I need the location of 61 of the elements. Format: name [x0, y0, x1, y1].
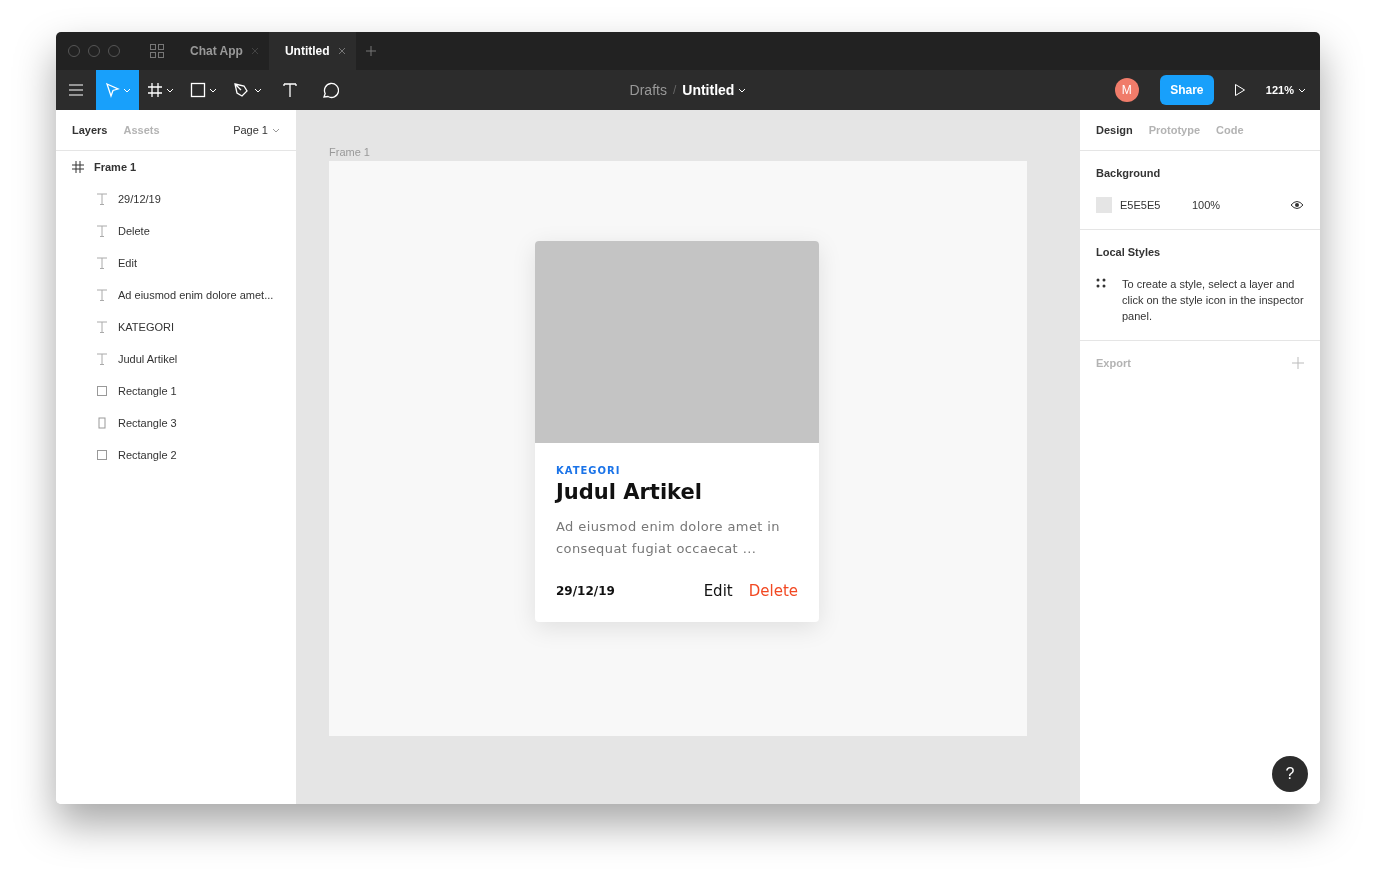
layer-item[interactable]: Rectangle 1 [56, 375, 296, 407]
caret-icon [209, 87, 217, 93]
text-icon [96, 289, 108, 301]
plus-icon[interactable] [365, 46, 376, 56]
file-name[interactable]: Untitled [682, 82, 747, 98]
caret-icon [1298, 87, 1306, 93]
styles-icon [1096, 278, 1106, 288]
layer-item[interactable]: Frame 1 [56, 151, 296, 183]
rectangle-icon [96, 417, 108, 429]
file-tab[interactable]: Chat App [174, 32, 269, 70]
tab-label: Untitled [284, 44, 330, 58]
section-heading: Background [1096, 167, 1162, 179]
breadcrumb-separator: / [672, 83, 677, 97]
frame-icon [147, 82, 163, 98]
file-tab[interactable]: Untitled [268, 32, 356, 70]
card-title: Judul Artikel [556, 480, 703, 504]
text-icon [96, 257, 108, 269]
caret-icon [166, 87, 174, 93]
comment-icon [321, 81, 339, 99]
section-heading: Export [1096, 357, 1131, 369]
text-icon [282, 82, 298, 98]
layer-item[interactable]: Rectangle 2 [56, 439, 296, 471]
panel-tab[interactable]: Layers [72, 124, 108, 136]
menu-icon [69, 84, 83, 96]
layer-item[interactable]: Rectangle 3 [56, 407, 296, 439]
layer-item[interactable]: 29/12/19 [56, 183, 296, 215]
tab-label: Chat App [190, 44, 243, 58]
grid-icon[interactable] [150, 44, 164, 58]
caret-icon [738, 87, 747, 93]
layer-item[interactable]: Delete [56, 215, 296, 247]
rectangle-icon [190, 82, 206, 98]
color-swatch[interactable] [1096, 197, 1112, 213]
card-excerpt: Ad eiusmod enim dolore amet in consequat fugiat occaecat ... [556, 518, 781, 558]
layer-item[interactable]: Edit [56, 247, 296, 279]
play-icon[interactable] [1233, 83, 1246, 97]
caret-icon [123, 87, 131, 93]
layer-item[interactable]: Judul Artikel [56, 343, 296, 375]
cursor-icon [104, 82, 120, 98]
eye-icon[interactable] [1290, 200, 1304, 210]
panel-tab[interactable]: Design [1096, 124, 1133, 136]
breadcrumb-folder[interactable]: Drafts [629, 82, 667, 98]
layer-item[interactable]: KATEGORI [56, 311, 296, 343]
text-icon [96, 321, 108, 333]
hash-icon [72, 161, 84, 173]
styles-hint: To create a style, select a layer and click on the style icon in the inspector panel. [1122, 277, 1304, 324]
section-heading: Local Styles [1096, 246, 1162, 258]
card-category: KATEGORI [556, 465, 622, 476]
color-hex[interactable]: E5E5E5 [1120, 199, 1192, 211]
text-icon [96, 353, 108, 365]
card-date: 29/12/19 [556, 584, 615, 598]
opacity-value[interactable]: 100% [1192, 199, 1221, 211]
rectangle-icon [96, 385, 108, 397]
caret-icon [254, 87, 262, 93]
text-icon [96, 193, 108, 205]
page-dropdown[interactable]: Page 1 [233, 124, 280, 136]
close-icon[interactable] [337, 47, 346, 55]
caret-icon [272, 127, 280, 133]
text-icon [96, 225, 108, 237]
rectangle-icon [96, 449, 108, 461]
zoom-dropdown[interactable]: 121% [1265, 84, 1306, 96]
layer-item[interactable]: Ad eiusmod enim dolore amet... [56, 279, 296, 311]
